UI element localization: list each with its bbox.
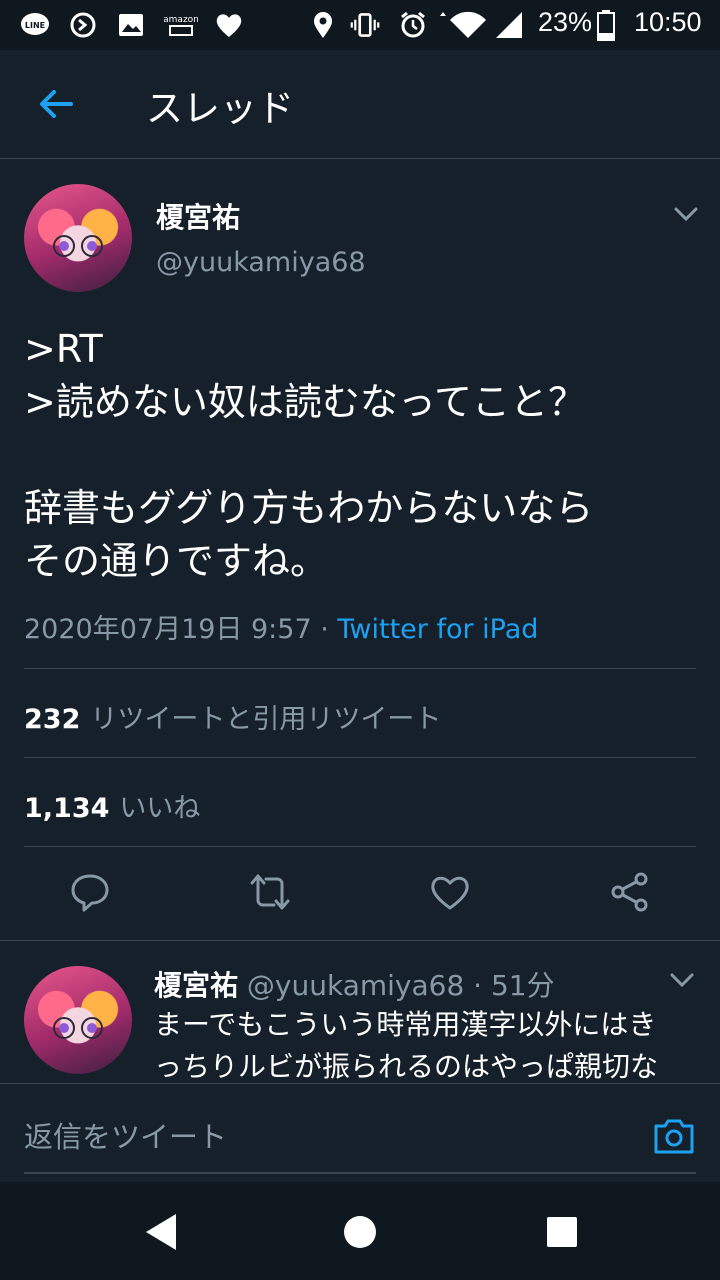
divider (24, 846, 696, 847)
like-heart-icon[interactable] (428, 870, 472, 914)
tweet-date: 2020年07月19日 9:57 (24, 614, 312, 645)
tweet-meta: 2020年07月19日 9:57 · Twitter for iPad (24, 607, 538, 646)
svg-text:LINE: LINE (25, 21, 45, 30)
meta-separator: · (311, 614, 338, 645)
reply-input[interactable]: 返信をツイート (24, 1100, 696, 1174)
tweet-source-link[interactable]: Twitter for iPad (337, 614, 538, 645)
vibrate-icon (350, 10, 380, 40)
avatar[interactable] (24, 184, 132, 292)
camera-icon[interactable] (652, 1114, 696, 1158)
nav-recents-icon[interactable] (542, 1212, 582, 1252)
svg-text:amazon: amazon (164, 15, 198, 25)
status-bar: LINE amazon 23% 10:50 (0, 0, 720, 50)
page-title: スレッド (146, 87, 294, 130)
reply-chevron-down-icon[interactable] (668, 970, 696, 994)
nav-home-icon[interactable] (340, 1212, 380, 1252)
line-icon: LINE (20, 10, 50, 40)
system-nav-bar (0, 1182, 720, 1280)
reply-text: まーでもこういう時常用漢字以外にはき っちりルビが振られるのはやっぱ親切な (154, 1008, 659, 1083)
likes-count: 1,134 (24, 793, 110, 824)
reply-separator: · (464, 969, 491, 1002)
wifi-icon (438, 10, 490, 40)
reply-avatar[interactable] (24, 966, 132, 1074)
heart-icon (214, 10, 244, 40)
tweet-text: >RT >読めない奴は読むなってこと？ 辞書もググり方もわからないなら その通り… (24, 327, 594, 583)
chevron-down-icon[interactable] (672, 204, 700, 228)
retweet-icon[interactable] (248, 870, 292, 914)
alarm-icon (398, 10, 428, 40)
divider (24, 668, 696, 669)
reply-author-name: 榎宮祐 (154, 969, 239, 1002)
likes-label: いいね (119, 793, 201, 824)
author-handle[interactable]: @yuukamiya68 (156, 247, 366, 278)
reply-placeholder: 返信をツイート (24, 1120, 228, 1154)
amazon-icon: amazon (164, 10, 198, 40)
author-name[interactable]: 榎宮祐 (156, 196, 240, 236)
retweets-count: 232 (24, 704, 81, 735)
location-icon (308, 10, 338, 40)
section-divider (0, 940, 720, 941)
likes-stat[interactable]: 1,134 いいね (24, 786, 200, 825)
divider (24, 757, 696, 758)
battery-icon (596, 10, 616, 41)
share-icon[interactable] (608, 870, 652, 914)
reply-time: 51分 (490, 969, 555, 1002)
reply-header[interactable]: 榎宮祐 @yuukamiya68 · 51分 (154, 964, 555, 1004)
image-icon (116, 10, 146, 40)
reply-author-handle: @yuukamiya68 (246, 969, 465, 1002)
retweets-label: リツイートと引用リツイート (90, 704, 442, 735)
sync-icon (68, 10, 98, 40)
app-header: スレッド (0, 50, 720, 159)
signal-icon (494, 10, 524, 40)
back-arrow-icon[interactable] (36, 84, 76, 124)
battery-percent: 23% (538, 7, 593, 37)
reply-compose-bar: 返信をツイート (0, 1083, 720, 1182)
clock: 10:50 (634, 7, 702, 37)
retweets-stat[interactable]: 232 リツイートと引用リツイート (24, 697, 441, 736)
reply-icon[interactable] (68, 870, 112, 914)
nav-back-icon[interactable] (142, 1212, 182, 1252)
